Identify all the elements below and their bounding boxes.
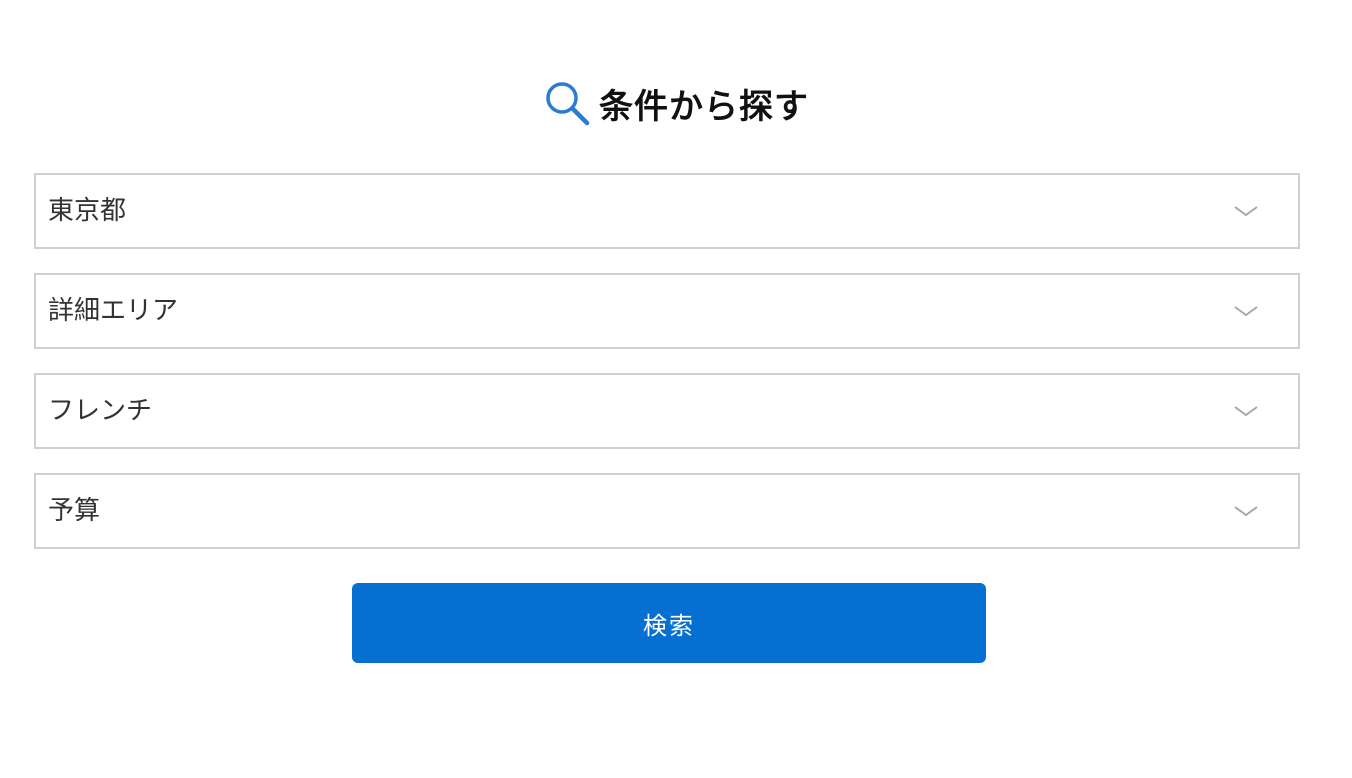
- chevron-down-icon: [1232, 401, 1260, 421]
- area-select[interactable]: 詳細エリア: [34, 273, 1300, 349]
- search-icon: [543, 79, 591, 127]
- prefecture-select[interactable]: 東京都: [34, 173, 1300, 249]
- chevron-down-icon: [1232, 501, 1260, 521]
- chevron-down-icon: [1232, 201, 1260, 221]
- cuisine-select-value: フレンチ: [48, 396, 153, 426]
- search-button-label: 検索: [643, 611, 695, 640]
- chevron-down-icon: [1232, 301, 1260, 321]
- area-select-value: 詳細エリア: [48, 296, 179, 326]
- page-title: 条件から探す: [599, 86, 809, 127]
- search-button[interactable]: 検索: [352, 583, 986, 663]
- budget-select[interactable]: 予算: [34, 473, 1300, 549]
- budget-select-value: 予算: [48, 496, 101, 526]
- cuisine-select[interactable]: フレンチ: [34, 373, 1300, 449]
- prefecture-select-value: 東京都: [48, 196, 127, 226]
- search-heading: 条件から探す: [0, 72, 1352, 134]
